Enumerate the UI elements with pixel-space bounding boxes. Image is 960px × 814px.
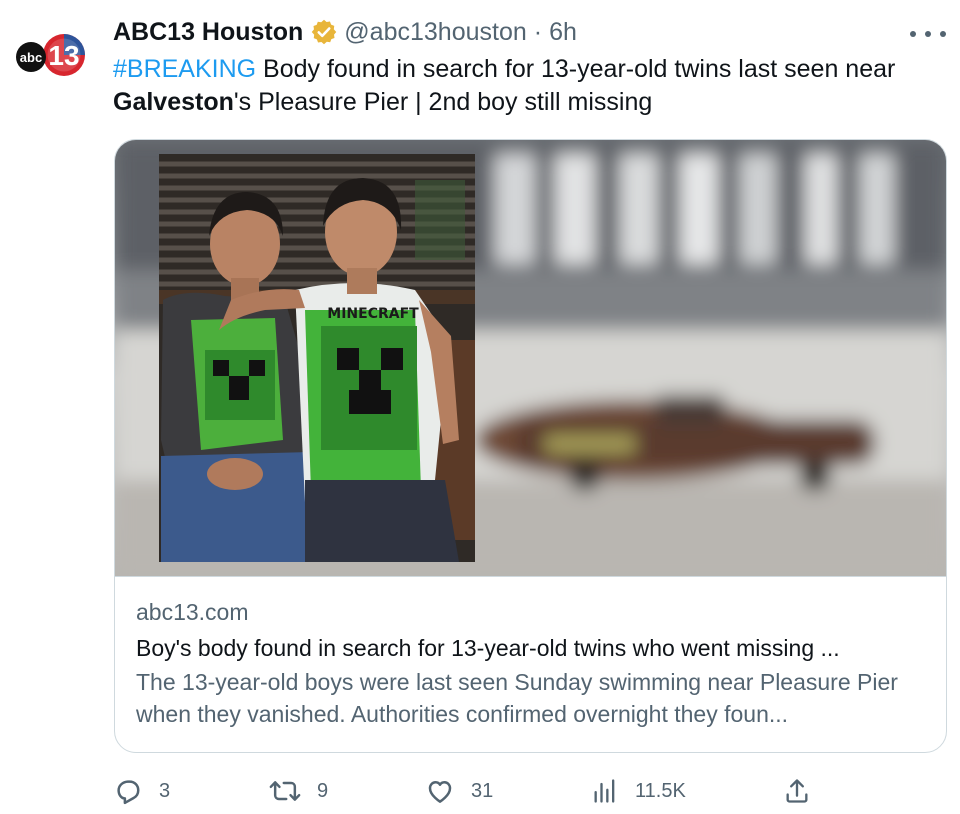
tweet[interactable]: 13 abc ABC13 Houston @abc13houston · 6h … bbox=[0, 0, 960, 814]
tweet-text: #BREAKING Body found in search for 13-ye… bbox=[113, 53, 933, 119]
tweet-header: ABC13 Houston @abc13houston · 6h bbox=[113, 16, 577, 48]
tweet-text-part: 's Pleasure Pier | 2nd boy still missing bbox=[233, 88, 653, 116]
tweet-text-bold: Galveston bbox=[113, 88, 234, 116]
logo-13-text: 13 bbox=[48, 40, 79, 71]
more-options-button[interactable] bbox=[910, 22, 946, 46]
abc13-logo-icon: 13 abc bbox=[14, 20, 86, 92]
verified-badge-icon[interactable] bbox=[310, 18, 338, 46]
link-card[interactable]: MINECRAFT abc13.com Boy's body found in … bbox=[114, 139, 947, 753]
handle[interactable]: @abc13houston bbox=[344, 18, 526, 47]
avatar[interactable]: 13 abc bbox=[14, 20, 86, 92]
reply-icon bbox=[117, 780, 140, 805]
twin-boys-photo: MINECRAFT bbox=[115, 140, 946, 576]
more-dot-icon bbox=[940, 31, 946, 37]
retweet-icon bbox=[269, 781, 301, 801]
heart-icon bbox=[428, 781, 452, 803]
separator-dot: · bbox=[533, 17, 543, 46]
action-bar: 3 9 31 11.5K bbox=[113, 772, 833, 810]
card-domain: abc13.com bbox=[136, 599, 249, 625]
inset-photo: MINECRAFT bbox=[159, 154, 475, 562]
retweet-button[interactable]: 9 bbox=[269, 772, 328, 810]
more-dot-icon bbox=[910, 31, 916, 37]
views-count: 11.5K bbox=[635, 779, 686, 802]
like-button[interactable]: 31 bbox=[425, 772, 493, 810]
retweet-count: 9 bbox=[317, 779, 329, 802]
share-icon bbox=[786, 779, 808, 803]
reply-count: 3 bbox=[159, 779, 171, 802]
views-button[interactable]: 11.5K bbox=[591, 772, 686, 810]
card-description: The 13-year-old boys were last seen Sund… bbox=[136, 669, 898, 727]
card-title[interactable]: Boy's body found in search for 13-year-o… bbox=[136, 632, 946, 664]
more-dot-icon bbox=[925, 31, 931, 37]
shirt-text: MINECRAFT bbox=[327, 306, 419, 322]
timestamp[interactable]: 6h bbox=[549, 18, 577, 47]
logo-abc-text: abc bbox=[20, 50, 42, 65]
card-image[interactable]: MINECRAFT bbox=[115, 140, 946, 576]
share-button[interactable] bbox=[783, 772, 811, 810]
analytics-icon bbox=[594, 779, 615, 803]
card-meta[interactable]: abc13.com Boy's body found in search for… bbox=[115, 576, 946, 752]
reply-button[interactable]: 3 bbox=[113, 772, 170, 810]
tweet-text-part: Body found in search for 13-year-old twi… bbox=[256, 55, 896, 83]
like-count: 31 bbox=[471, 779, 494, 802]
display-name[interactable]: ABC13 Houston bbox=[113, 18, 303, 47]
hashtag-link[interactable]: #BREAKING bbox=[113, 55, 256, 83]
